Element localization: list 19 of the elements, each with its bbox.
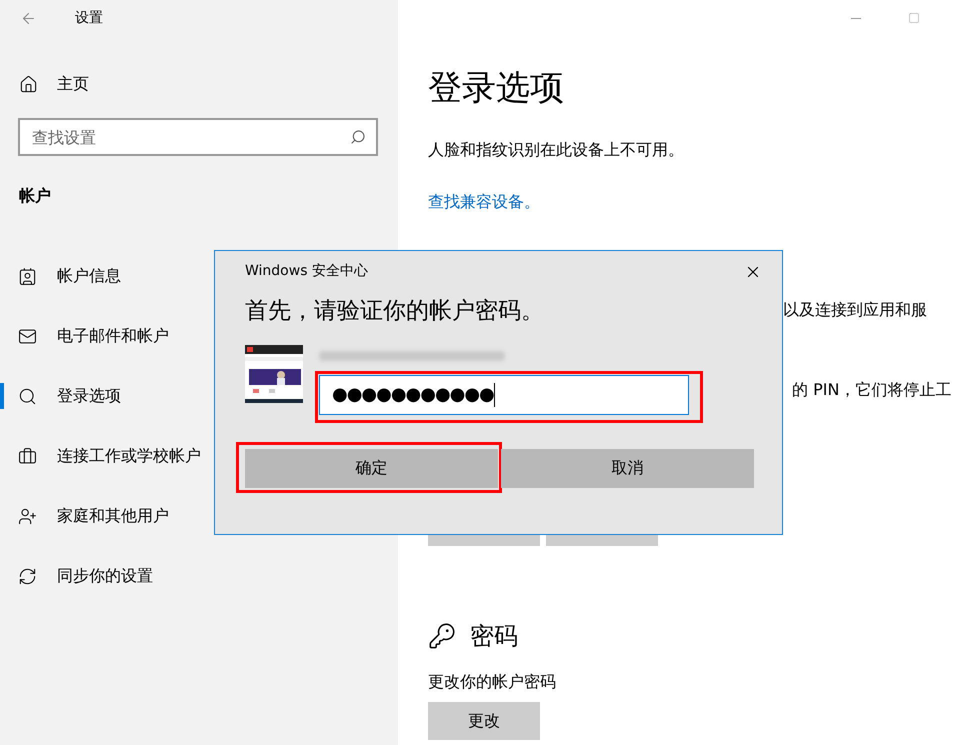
description-text: 更改你的帐户密码 [428,671,557,693]
dialog-button[interactable]: 取消 [501,448,754,488]
nav-item[interactable]: 家庭和其他用户 [0,486,398,546]
compatible-devices-link[interactable]: 查找兼容设备。 [428,190,973,214]
dialog-button[interactable]: 确定 [245,448,498,488]
home-item[interactable]: 主页 [0,72,398,96]
dialog-heading: 首先，请验证你的帐户密码。 [245,297,545,326]
dialog-title: Windows 安全中心 [245,262,368,281]
search-field[interactable]: 查找设置 [18,118,378,156]
page-title: 登录选项 [428,67,565,110]
password-field[interactable]: ●●●●●●●●●●● [319,374,689,414]
change-button[interactable]: 更改 [428,702,540,740]
section-heading: 密码 [470,621,518,652]
section-heading: 帐户 [19,185,52,207]
notice-text: 人脸和指纹识别在此设备上不可用。 [428,139,685,161]
body-text: 的 PIN，它们将停止工 [792,379,952,401]
window-title: 设置 [75,8,103,28]
nav-item[interactable]: 同步你的设置 [0,546,398,606]
body-text: 以及连接到应用和服 [783,299,928,321]
